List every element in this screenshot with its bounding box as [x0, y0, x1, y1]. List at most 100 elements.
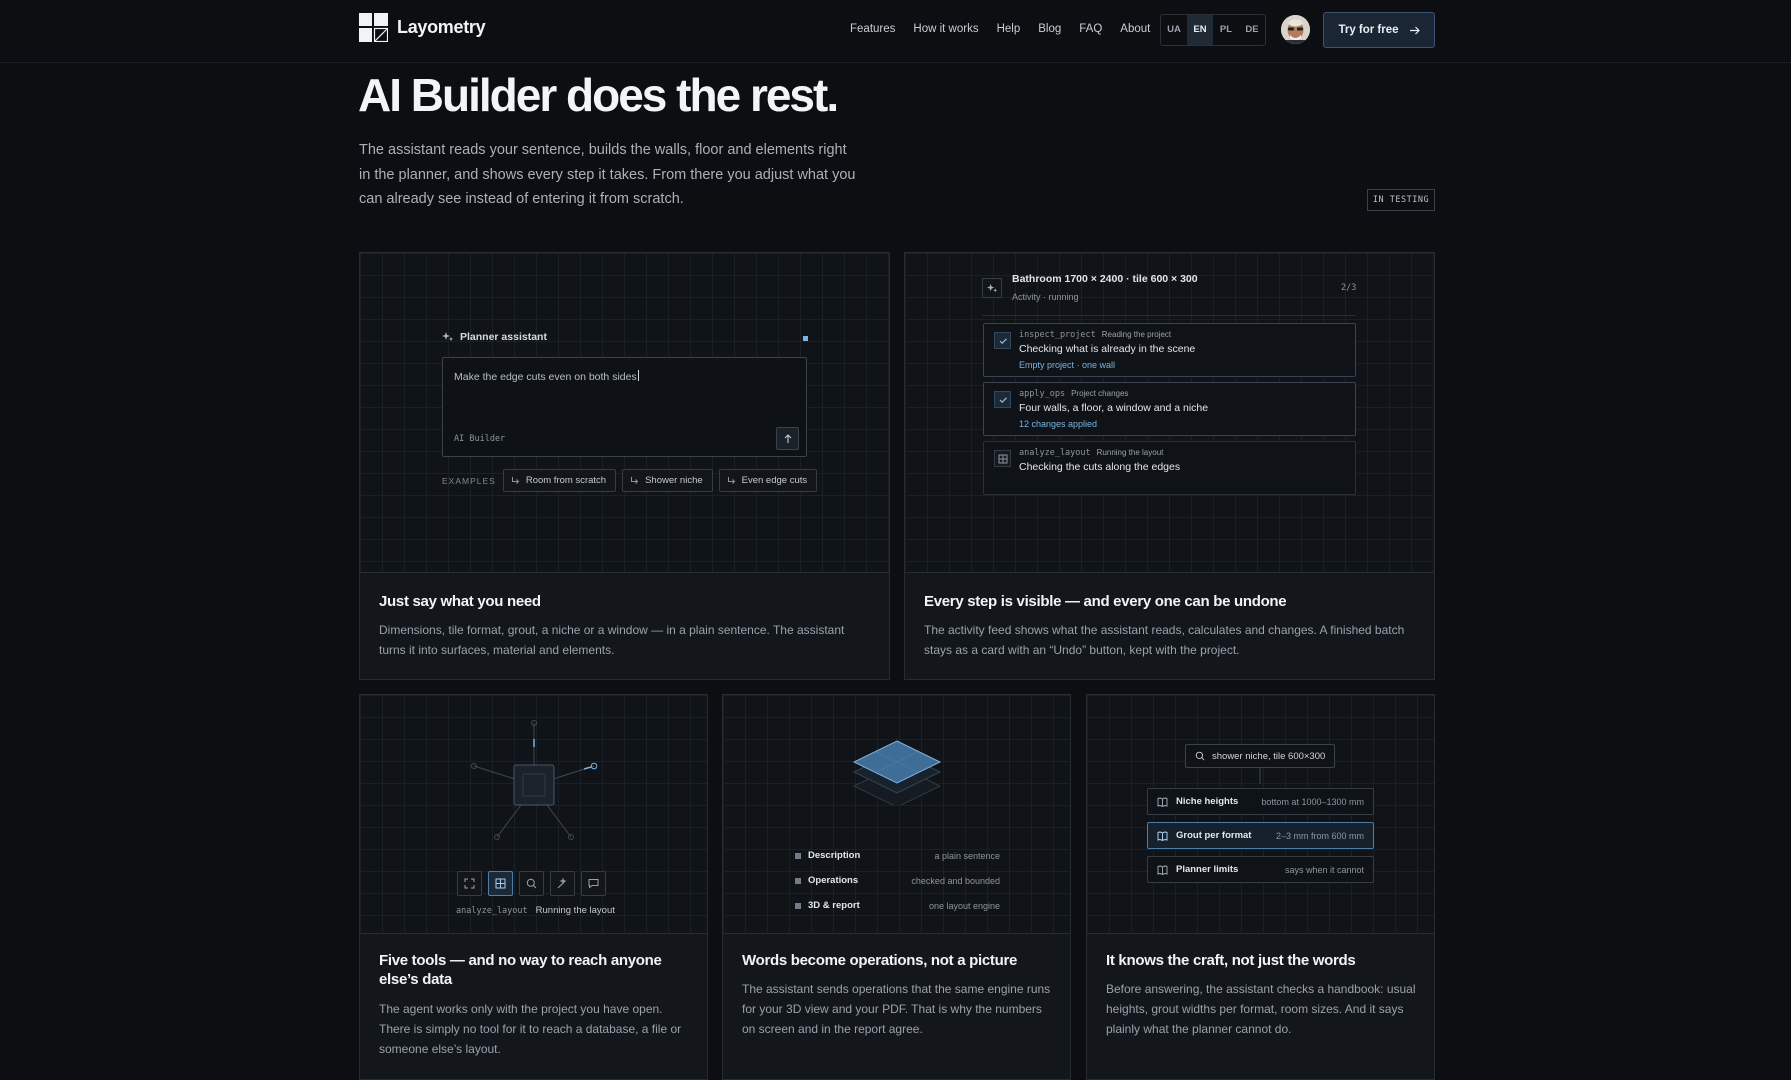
- assistant-preview: Planner assistant Make the edge cuts eve…: [360, 253, 889, 573]
- main-nav: Features How it works Help Blog FAQ Abou…: [850, 23, 1168, 35]
- prompt-input[interactable]: Make the edge cuts even on both sides AI…: [442, 357, 807, 457]
- feature-card-craft-knowledge: shower niche, tile 600×300 Niche heights…: [1086, 694, 1435, 1080]
- tool-magic-button[interactable]: [550, 871, 575, 896]
- nav-how-it-works[interactable]: How it works: [913, 23, 978, 35]
- active-tool-name: analyze_layout: [456, 906, 528, 916]
- grid-icon: [994, 450, 1011, 467]
- example-chip-room-from-scratch[interactable]: Room from scratch: [502, 469, 617, 492]
- handbook-query: shower niche, tile 600×300: [1212, 750, 1326, 762]
- chat-bubble-icon: [588, 879, 599, 889]
- activity-step[interactable]: inspect_project Reading the project Check…: [983, 323, 1356, 377]
- tool-inspect-button[interactable]: [457, 871, 482, 896]
- step-tag: Reading the project: [1101, 330, 1172, 339]
- language-switcher: UA EN PL DE: [1160, 14, 1266, 46]
- operation-value: a plain sentence: [934, 850, 1000, 861]
- handbook-entry[interactable]: Niche heights bottom at 1000–1300 mm: [1147, 788, 1374, 815]
- nav-faq[interactable]: FAQ: [1079, 23, 1102, 35]
- arrow-right-icon: [1409, 26, 1420, 34]
- step-counter: 2/3: [1341, 283, 1357, 293]
- handbook-entry-value: 2–3 mm from 600 mm: [1275, 830, 1364, 841]
- status-dot: [803, 336, 808, 341]
- return-arrow-icon: [631, 477, 639, 484]
- bullet-square-icon: [795, 877, 801, 884]
- hero-description: The assistant reads your sentence, build…: [359, 142, 856, 207]
- tool-search-button[interactable]: [519, 871, 544, 896]
- example-chip-even-edge-cuts[interactable]: Even edge cuts: [718, 469, 818, 492]
- step-description: Checking the cuts along the edges: [1019, 461, 1181, 473]
- status-badge: IN TESTING: [1367, 189, 1435, 211]
- search-icon: [1195, 751, 1205, 761]
- card-title: Every step is visible — and every one ca…: [924, 593, 1287, 610]
- send-button[interactable]: [776, 427, 799, 450]
- card-text: Dimensions, tile format, grout, a niche …: [379, 623, 845, 657]
- step-tool-name: apply_ops: [1019, 389, 1066, 399]
- activity-step[interactable]: analyze_layout Running the layout Checkin…: [983, 441, 1356, 495]
- text-caret: [637, 370, 639, 381]
- layers-diagram: Description a plain sentence Operations …: [723, 695, 1070, 934]
- assistant-header: Planner assistant: [442, 331, 547, 343]
- lang-en[interactable]: EN: [1187, 15, 1213, 45]
- operation-label: Description: [808, 850, 861, 861]
- check-icon: [994, 391, 1011, 408]
- card-title: Words become operations, not a picture: [742, 952, 1018, 969]
- card-title: Five tools — and no way to reach anyone …: [379, 952, 662, 988]
- lang-pl[interactable]: PL: [1213, 15, 1239, 45]
- brand-logo[interactable]: Layometry: [359, 13, 486, 42]
- try-for-free-label: Try for free: [1338, 24, 1399, 36]
- layometry-logo-icon: [359, 13, 388, 42]
- avatar-image-icon: [1281, 15, 1310, 44]
- example-chip-shower-niche[interactable]: Shower niche: [622, 469, 713, 492]
- operation-value: one layout engine: [928, 900, 1000, 911]
- card-text: The assistant sends operations that the …: [742, 982, 1051, 1036]
- activity-step[interactable]: apply_ops Project changes Four walls, a f…: [983, 382, 1356, 436]
- stacked-layers-icon: [852, 740, 942, 805]
- operation-value: checked and bounded: [911, 875, 1000, 886]
- feature-card-operations: Description a plain sentence Operations …: [722, 694, 1071, 1080]
- assistant-label: Planner assistant: [460, 331, 547, 343]
- tool-layout-button[interactable]: [488, 871, 513, 896]
- operation-label: Operations: [808, 875, 859, 886]
- activity-icon-box: [982, 278, 1002, 298]
- step-tool-name: inspect_project: [1019, 330, 1096, 340]
- examples-label: EXAMPLES: [442, 475, 496, 486]
- magic-wand-icon: [557, 878, 567, 889]
- feature-card-plain-sentence: Planner assistant Make the edge cuts eve…: [359, 252, 890, 680]
- site-header: Layometry Features How it works Help Blo…: [0, 0, 1791, 63]
- bullet-square-icon: [795, 852, 801, 859]
- card-text: Before answering, the assistant checks a…: [1106, 982, 1416, 1036]
- nav-features[interactable]: Features: [850, 23, 895, 35]
- handbook-entry-value: bottom at 1000–1300 mm: [1261, 796, 1364, 807]
- handbook-entry[interactable]: Grout per format 2–3 mm from 600 mm: [1147, 822, 1374, 849]
- lang-de[interactable]: DE: [1239, 15, 1265, 45]
- nav-help[interactable]: Help: [997, 23, 1021, 35]
- handbook-entry-value: says when it cannot: [1284, 864, 1364, 875]
- prompt-mode-label: AI Builder: [454, 434, 506, 444]
- step-result: Empty project · one wall: [1019, 360, 1116, 370]
- operation-row: 3D & report one layout engine: [795, 900, 1000, 911]
- try-for-free-button[interactable]: Try for free: [1323, 12, 1435, 48]
- handbook-search[interactable]: shower niche, tile 600×300: [1185, 744, 1335, 768]
- step-tool: apply_ops Project changes: [1019, 389, 1128, 399]
- bullet-square-icon: [795, 902, 801, 909]
- active-tool-label: analyze_layout Running the layout: [456, 905, 615, 916]
- activity-preview: Bathroom 1700 × 2400 · tile 600 × 300 Ac…: [905, 253, 1434, 573]
- example-chip-label: Even edge cuts: [741, 475, 808, 486]
- arrow-up-icon: [784, 433, 791, 443]
- card-title: It knows the craft, not just the words: [1106, 952, 1356, 969]
- prompt-text: Make the edge cuts even on both sides: [454, 370, 639, 383]
- step-tag: Project changes: [1071, 389, 1129, 398]
- feature-card-visible-steps: Bathroom 1700 × 2400 · tile 600 × 300 Ac…: [904, 252, 1435, 680]
- divider: [982, 315, 1356, 316]
- nav-blog[interactable]: Blog: [1038, 23, 1061, 35]
- tools-diagram: analyze_layout Running the layout: [360, 695, 707, 934]
- card-title: Just say what you need: [379, 593, 541, 610]
- tool-chat-button[interactable]: [581, 871, 606, 896]
- user-avatar[interactable]: [1281, 15, 1310, 44]
- lang-ua[interactable]: UA: [1161, 15, 1187, 45]
- step-tool-name: analyze_layout: [1019, 448, 1091, 458]
- examples-row: EXAMPLES Room from scratch Shower niche …: [442, 469, 818, 492]
- card-text: The activity feed shows what the assista…: [924, 623, 1405, 657]
- book-icon: [1157, 865, 1168, 875]
- nav-about[interactable]: About: [1120, 23, 1150, 35]
- handbook-entry[interactable]: Planner limits says when it cannot: [1147, 856, 1374, 883]
